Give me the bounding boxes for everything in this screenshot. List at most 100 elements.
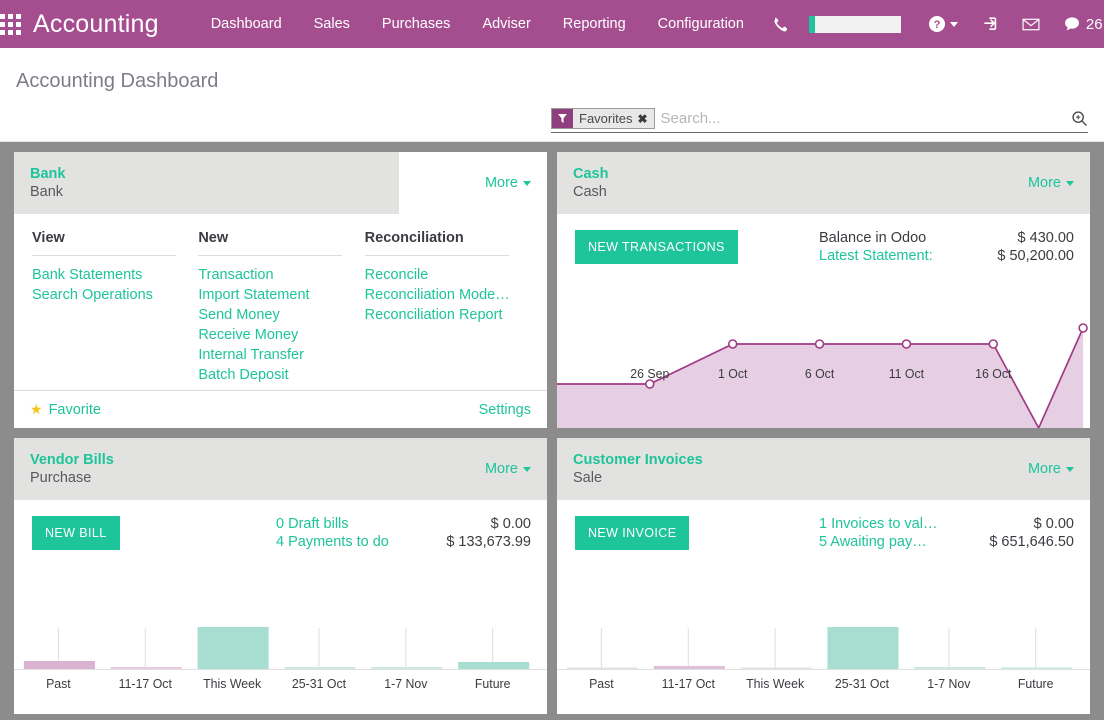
ci-cat-1: 11-17 Oct (662, 677, 716, 691)
more-label: More (1028, 175, 1061, 191)
page-title: Accounting Dashboard (16, 70, 218, 93)
vendor-bills-bar-chart: Past 11-17 Oct This Week 25-31 Oct 1-7 N… (14, 596, 547, 714)
vb-cat-1: 11-17 Oct (119, 677, 173, 691)
ci-stat-label-invoices-to-validate[interactable]: 1 Invoices to val… (819, 516, 963, 532)
bank-link-send-money[interactable]: Send Money (198, 305, 358, 325)
bank-column-reconciliation: Reconciliation Reconcile Reconciliation … (365, 230, 531, 385)
vendor-bills-chart-axis: Past 11-17 Oct This Week 25-31 Oct 1-7 N… (14, 596, 547, 714)
journal-name-bank[interactable]: Bank (30, 165, 65, 183)
nav-item-adviser[interactable]: Adviser (466, 0, 546, 48)
ci-stat-value-awaiting-payments: $ 651,646.50 (963, 534, 1074, 550)
column-title-view: View (32, 230, 176, 256)
ci-stat-value-invoices-to-validate: $ 0.00 (963, 516, 1074, 532)
app-brand-title[interactable]: Accounting (33, 10, 159, 39)
search-view: Favorites ✖ (551, 108, 1088, 133)
customer-invoices-stats: 1 Invoices to val… $ 0.00 5 Awaiting pay… (819, 516, 1074, 550)
vb-cat-4: 1-7 Nov (384, 677, 428, 691)
ci-cat-5: Future (1018, 677, 1054, 691)
new-invoice-button[interactable]: NEW INVOICE (575, 516, 689, 550)
nav-item-purchases[interactable]: Purchases (366, 0, 467, 48)
more-menu-cash[interactable]: More (1028, 175, 1074, 191)
card-header-customer-invoices[interactable]: Customer Invoices Sale More (557, 438, 1090, 500)
bank-link-reconcile[interactable]: Reconcile (365, 265, 525, 285)
favorite-toggle-bank[interactable]: ★ Favorite (30, 401, 101, 418)
bank-column-view: View Bank Statements Search Operations (32, 230, 198, 385)
customer-invoices-bar-chart: Past 11-17 Oct This Week 25-31 Oct 1-7 N… (557, 596, 1090, 714)
nav-item-dashboard[interactable]: Dashboard (195, 0, 298, 48)
ci-cat-4: 1-7 Nov (927, 677, 971, 691)
journal-type-cash: Cash (573, 183, 608, 201)
more-label: More (485, 461, 518, 477)
new-transactions-button[interactable]: NEW TRANSACTIONS (575, 230, 738, 264)
chat-message-count: 26 (1086, 16, 1103, 33)
journal-name-cash[interactable]: Cash (573, 165, 608, 183)
vb-cat-2: This Week (203, 677, 262, 691)
phone-icon[interactable] (760, 0, 799, 48)
bank-link-reconciliation-models[interactable]: Reconciliation Mode… (365, 285, 525, 305)
main-nav: Dashboard Sales Purchases Adviser Report… (195, 0, 760, 48)
vb-stat-value-payments-to-do: $ 133,673.99 (418, 534, 531, 550)
ci-stat-label-awaiting-payments[interactable]: 5 Awaiting pay… (819, 534, 963, 550)
bank-link-internal-transfer[interactable]: Internal Transfer (198, 345, 358, 365)
card-header-cash[interactable]: Cash Cash More (557, 152, 1090, 214)
nav-item-configuration[interactable]: Configuration (642, 0, 760, 48)
search-facet-remove-icon[interactable]: ✖ (637, 113, 653, 125)
vb-stat-label-draft-bills[interactable]: 0 Draft bills (276, 516, 418, 532)
cash-stat-value-latest-statement: $ 50,200.00 (965, 248, 1074, 264)
help-menu[interactable]: ? (917, 0, 970, 48)
cash-tick-4: 16 Oct (975, 367, 1012, 381)
navbar-right-tools: ? 26 (760, 0, 1104, 48)
sign-in-icon[interactable] (970, 0, 1010, 48)
vb-stat-label-payments-to-do[interactable]: 4 Payments to do (276, 534, 418, 550)
chevron-down-icon (523, 181, 531, 186)
settings-link-bank[interactable]: Settings (479, 402, 531, 418)
nav-item-sales[interactable]: Sales (298, 0, 366, 48)
bank-link-transaction[interactable]: Transaction (198, 265, 358, 285)
bank-link-bank-statements[interactable]: Bank Statements (32, 265, 192, 285)
ci-cat-3: 25-31 Oct (835, 677, 890, 691)
more-menu-bank[interactable]: More (485, 175, 531, 191)
control-panel: Accounting Dashboard Favorites ✖ 1-4 / 4… (0, 48, 1104, 142)
search-input[interactable] (655, 110, 1065, 127)
bank-link-reconciliation-report[interactable]: Reconciliation Report (365, 305, 525, 325)
vb-stat-value-draft-bills: $ 0.00 (418, 516, 531, 532)
nav-item-reporting[interactable]: Reporting (547, 0, 642, 48)
bank-link-batch-deposit[interactable]: Batch Deposit (198, 365, 358, 385)
more-label: More (1028, 461, 1061, 477)
dashboard-grid: Bank Bank More View Bank Statements Sear… (0, 142, 1104, 720)
cash-stats: Balance in Odoo $ 430.00 Latest Statemen… (819, 230, 1074, 264)
search-facet-favorites[interactable]: Favorites ✖ (551, 108, 655, 129)
top-navbar: Accounting Dashboard Sales Purchases Adv… (0, 0, 1104, 48)
vendor-bills-stats: 0 Draft bills $ 0.00 4 Payments to do $ … (276, 516, 531, 550)
journal-type-vendor-bills: Purchase (30, 469, 114, 487)
chat-counter[interactable]: 26 (1052, 0, 1104, 48)
cash-stat-label-latest-statement[interactable]: Latest Statement: (819, 248, 965, 264)
bank-link-search-operations[interactable]: Search Operations (32, 285, 192, 305)
card-header-vendor-bills[interactable]: Vendor Bills Purchase More (14, 438, 547, 500)
new-bill-button[interactable]: NEW BILL (32, 516, 120, 550)
vb-cat-3: 25-31 Oct (292, 677, 347, 691)
journal-name-customer-invoices[interactable]: Customer Invoices (573, 451, 703, 469)
chevron-down-icon (950, 22, 958, 27)
search-facet-label: Favorites (573, 112, 637, 125)
more-menu-vendor-bills[interactable]: More (485, 461, 531, 477)
envelope-icon[interactable] (1010, 0, 1052, 48)
filter-icon (552, 109, 573, 128)
bank-column-new: New Transaction Import Statement Send Mo… (198, 230, 364, 385)
cash-tick-3: 11 Oct (889, 367, 925, 381)
star-icon: ★ (30, 401, 43, 418)
card-body-vendor-bills: NEW BILL 0 Draft bills $ 0.00 4 Payments… (14, 500, 547, 714)
chevron-down-icon (1066, 181, 1074, 186)
journal-name-vendor-bills[interactable]: Vendor Bills (30, 451, 114, 469)
cash-stat-value-balance: $ 430.00 (965, 230, 1074, 246)
bank-link-import-statement[interactable]: Import Statement (198, 285, 358, 305)
apps-grid-icon[interactable] (0, 0, 21, 48)
journal-type-bank: Bank (30, 183, 65, 201)
card-body-bank: View Bank Statements Search Operations N… (14, 214, 547, 390)
cash-tick-1: 1 Oct (718, 367, 748, 381)
more-menu-customer-invoices[interactable]: More (1028, 461, 1074, 477)
card-header-bank[interactable]: Bank Bank More (14, 152, 547, 214)
magnifier-icon[interactable] (1065, 110, 1088, 127)
journal-type-customer-invoices: Sale (573, 469, 703, 487)
bank-link-receive-money[interactable]: Receive Money (198, 325, 358, 345)
